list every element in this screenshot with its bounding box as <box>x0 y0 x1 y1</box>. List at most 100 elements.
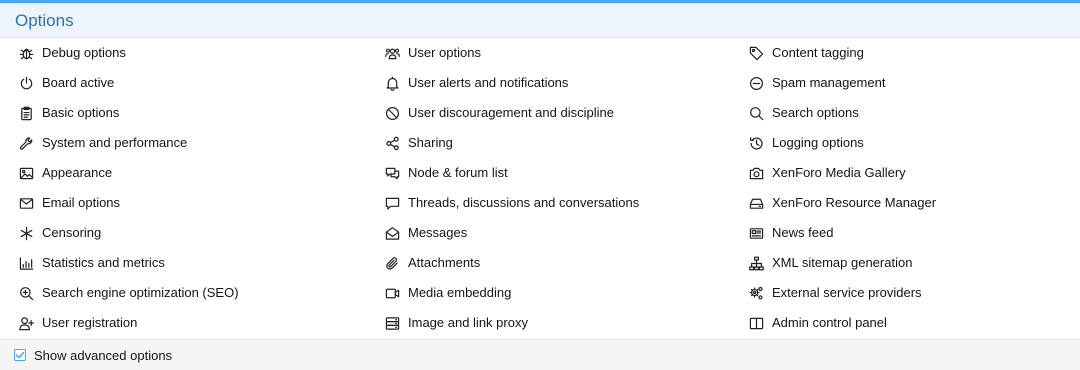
bug-icon <box>18 45 34 61</box>
option-link[interactable]: Appearance <box>0 158 364 188</box>
option-link[interactable]: Media embedding <box>364 278 728 308</box>
option-link[interactable]: Messages <box>364 218 728 248</box>
ban-icon <box>384 105 400 121</box>
option-link[interactable]: XML sitemap generation <box>728 248 1080 278</box>
options-column-2: User options User alerts and notification… <box>364 38 728 338</box>
comment-icon <box>384 195 400 211</box>
columns-icon <box>748 315 764 331</box>
sitemap-icon <box>748 255 764 271</box>
option-label: Node & forum list <box>408 165 508 180</box>
option-label: User options <box>408 45 481 60</box>
show-advanced-checkbox[interactable] <box>14 349 26 361</box>
option-label: Attachments <box>408 255 481 270</box>
option-label: Search engine optimization (SEO) <box>42 285 239 300</box>
option-link[interactable]: User discouragement and discipline <box>364 98 728 128</box>
option-link[interactable]: Search engine optimization (SEO) <box>0 278 364 308</box>
option-link[interactable]: Image and link proxy <box>364 308 728 338</box>
hdd-icon <box>748 195 764 211</box>
minus-circle-icon <box>748 75 764 91</box>
option-label: Content tagging <box>772 45 864 60</box>
bar-chart-icon <box>18 255 34 271</box>
share-icon <box>384 135 400 151</box>
option-link[interactable]: Spam management <box>728 68 1080 98</box>
option-link[interactable]: Board active <box>0 68 364 98</box>
option-label: Image and link proxy <box>408 315 528 330</box>
option-link[interactable]: Basic options <box>0 98 364 128</box>
option-link[interactable]: External service providers <box>728 278 1080 308</box>
paperclip-icon <box>384 255 400 271</box>
option-label: System and performance <box>42 135 188 150</box>
option-label: User alerts and notifications <box>408 75 569 90</box>
option-link[interactable]: Admin control panel <box>728 308 1080 338</box>
option-label: Threads, discussions and conversations <box>408 195 640 210</box>
option-label: Spam management <box>772 75 886 90</box>
option-label: Appearance <box>42 165 113 180</box>
option-label: Media embedding <box>408 285 512 300</box>
option-label: XML sitemap generation <box>772 255 913 270</box>
option-link[interactable]: User alerts and notifications <box>364 68 728 98</box>
user-plus-icon <box>18 315 34 331</box>
option-label: Admin control panel <box>772 315 887 330</box>
option-link[interactable]: Node & forum list <box>364 158 728 188</box>
panel-title: Options <box>15 11 74 30</box>
option-link[interactable]: Debug options <box>0 38 364 68</box>
option-link[interactable]: XenForo Media Gallery <box>728 158 1080 188</box>
option-link[interactable]: Logging options <box>728 128 1080 158</box>
option-label: Basic options <box>42 105 120 120</box>
users-icon <box>384 45 400 61</box>
option-link[interactable]: XenForo Resource Manager <box>728 188 1080 218</box>
option-link[interactable]: User registration <box>0 308 364 338</box>
option-label: News feed <box>772 225 834 240</box>
option-label: Logging options <box>772 135 864 150</box>
option-label: Messages <box>408 225 468 240</box>
option-label: Board active <box>42 75 115 90</box>
option-label: Censoring <box>42 225 102 240</box>
option-label: Debug options <box>42 45 126 60</box>
option-label: User registration <box>42 315 138 330</box>
option-link[interactable]: Content tagging <box>728 38 1080 68</box>
envelope-icon <box>18 195 34 211</box>
image-icon <box>18 165 34 181</box>
history-icon <box>748 135 764 151</box>
server-icon <box>384 315 400 331</box>
option-label: User discouragement and discipline <box>408 105 614 120</box>
search-plus-icon <box>18 285 34 301</box>
panel-footer: Show advanced options <box>0 339 1080 370</box>
options-grid: Debug options Board active Basic options Sy… <box>0 38 1080 338</box>
bell-icon <box>384 75 400 91</box>
option-label: XenForo Media Gallery <box>772 165 906 180</box>
option-link[interactable]: Sharing <box>364 128 728 158</box>
option-link[interactable]: Threads, discussions and conversations <box>364 188 728 218</box>
cogs-icon <box>748 285 764 301</box>
options-panel: Options Debug options Board active Basic o… <box>0 0 1080 370</box>
video-icon <box>384 285 400 301</box>
option-link[interactable]: System and performance <box>0 128 364 158</box>
option-label: Sharing <box>408 135 453 150</box>
option-label: XenForo Resource Manager <box>772 195 937 210</box>
option-link[interactable]: Statistics and metrics <box>0 248 364 278</box>
options-column-1: Debug options Board active Basic options Sy… <box>0 38 364 338</box>
option-link[interactable]: Censoring <box>0 218 364 248</box>
option-label: External service providers <box>772 285 922 300</box>
comments-icon <box>384 165 400 181</box>
wrench-icon <box>18 135 34 151</box>
option-link[interactable]: Attachments <box>364 248 728 278</box>
clipboard-icon <box>18 105 34 121</box>
option-link[interactable]: News feed <box>728 218 1080 248</box>
option-label: Statistics and metrics <box>42 255 165 270</box>
option-label: Search options <box>772 105 859 120</box>
option-link[interactable]: Search options <box>728 98 1080 128</box>
search-icon <box>748 105 764 121</box>
option-label: Email options <box>42 195 121 210</box>
option-link[interactable]: Email options <box>0 188 364 218</box>
newspaper-icon <box>748 225 764 241</box>
show-advanced-label[interactable]: Show advanced options <box>34 348 172 363</box>
check-icon <box>15 351 25 359</box>
asterisk-icon <box>18 225 34 241</box>
option-link[interactable]: User options <box>364 38 728 68</box>
tag-icon <box>748 45 764 61</box>
options-column-3: Content tagging Spam management Search opt… <box>728 38 1080 338</box>
power-icon <box>18 75 34 91</box>
panel-header: Options <box>0 3 1080 38</box>
envelope-open-icon <box>384 225 400 241</box>
